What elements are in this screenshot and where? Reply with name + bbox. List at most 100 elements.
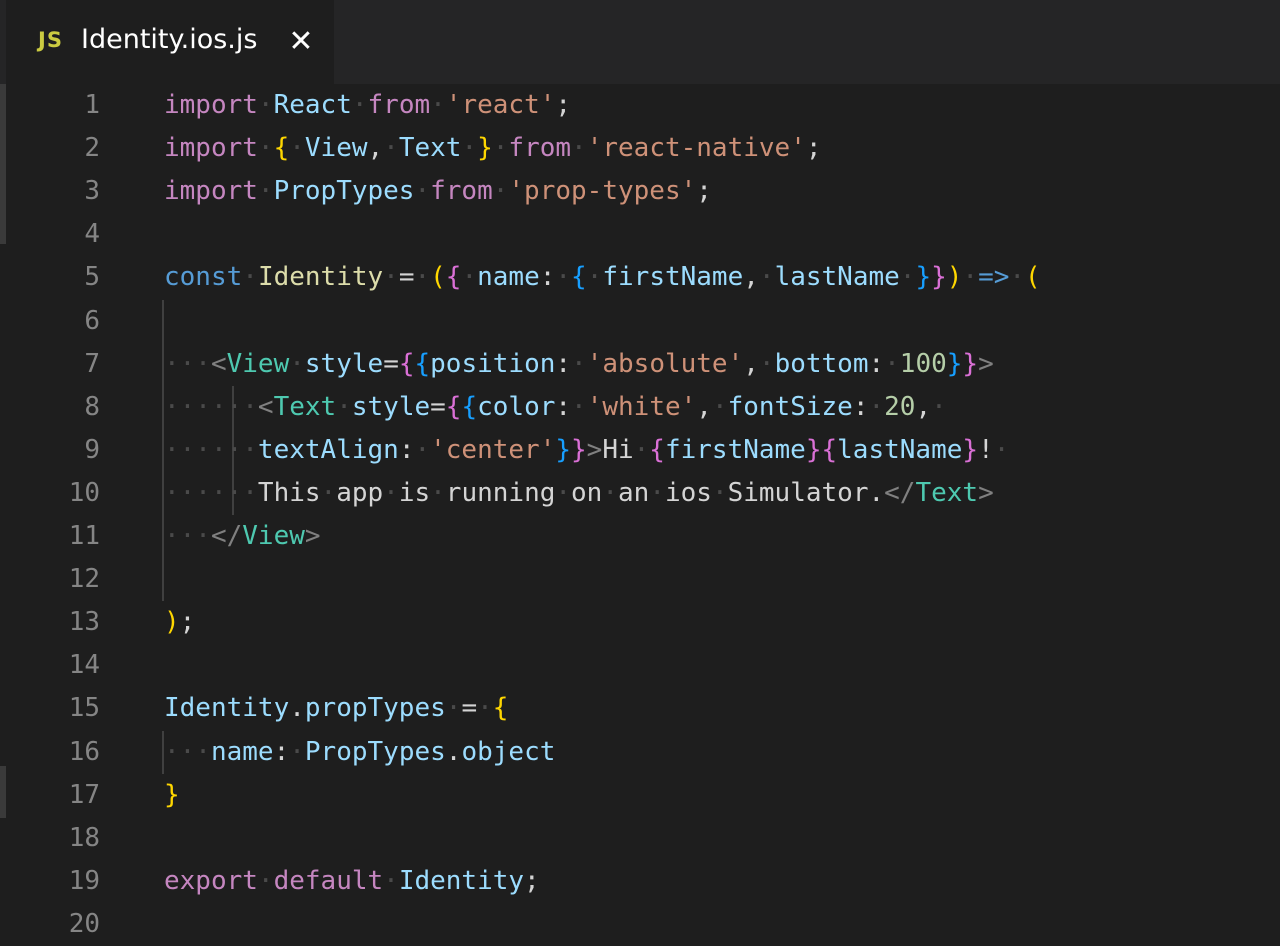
code-token: . [289, 693, 305, 724]
whitespace-marker: · [461, 133, 478, 164]
code-token: is [398, 477, 431, 508]
whitespace-marker: · [711, 477, 728, 508]
code-line[interactable]: 14 [0, 644, 1280, 687]
code-token: ( [430, 262, 446, 293]
whitespace-marker: ··· [164, 348, 211, 379]
whitespace-marker: · [257, 865, 274, 896]
whitespace-marker: · [289, 348, 305, 379]
code-token: position [430, 348, 556, 379]
line-number: 10 [68, 477, 100, 508]
code-line[interactable]: 2 import·{·View,·Text·}·from·'react-nativ… [0, 127, 1280, 170]
code-token: an [618, 477, 650, 508]
code-token: { [445, 391, 462, 422]
code-text: ···<View·style={{position:·'absolute',·b… [164, 343, 994, 386]
code-token: } [962, 434, 979, 465]
line-number: 18 [68, 822, 100, 853]
line-number: 1 [84, 90, 100, 120]
whitespace-marker: · [1009, 262, 1026, 293]
code-token: import [164, 133, 258, 164]
code-token: textAlign [257, 434, 399, 465]
whitespace-marker: ······ [164, 434, 258, 465]
code-token: Simulator. [727, 477, 885, 508]
code-token: 20 [884, 391, 916, 422]
code-token: > [586, 434, 603, 465]
code-line[interactable]: 9 ······textAlign:·'center'}}>Hi·{firstNa… [0, 429, 1280, 472]
whitespace-marker: ······ [164, 477, 258, 508]
code-token: Text [915, 477, 979, 508]
code-text: export·default·Identity; [164, 860, 540, 903]
whitespace-marker: ··· [164, 521, 211, 551]
code-line[interactable]: 4 [0, 213, 1280, 256]
code-token: , [743, 348, 759, 379]
code-line[interactable]: 15 Identity.propTypes·=·{ [0, 687, 1280, 730]
whitespace-marker: · [414, 434, 431, 465]
code-token: object [461, 736, 556, 767]
code-text: const·Identity·=·({·name:·{·firstName,·l… [164, 256, 1041, 299]
code-line[interactable]: 12 [0, 558, 1280, 601]
close-icon[interactable]: ✕ [286, 22, 316, 62]
code-token: , [743, 262, 759, 293]
code-token: : [539, 262, 556, 293]
code-token: } [571, 434, 587, 465]
whitespace-marker: · [414, 176, 431, 207]
code-token: 100 [899, 348, 947, 379]
whitespace-marker: · [414, 262, 431, 293]
code-editor[interactable]: 1 import·React·from·'react'; 2 import·{·Vie… [0, 84, 1280, 939]
code-token: Identity [164, 693, 290, 724]
whitespace-marker: · [962, 262, 979, 293]
code-line[interactable]: 10 ······This·app·is·running·on·an·ios·Si… [0, 472, 1280, 515]
code-token: propTypes [304, 693, 446, 724]
code-text: ······textAlign:·'center'}}>Hi·{firstNam… [164, 429, 1009, 472]
whitespace-marker: · [571, 391, 587, 422]
code-token: < [257, 391, 274, 422]
code-line[interactable]: 17} [0, 774, 1280, 817]
code-token: import [164, 176, 258, 207]
code-token: fontSize [727, 391, 853, 422]
code-token: View [242, 521, 305, 551]
code-token: ) [164, 607, 180, 638]
whitespace-marker: · [430, 477, 446, 508]
code-token: 'react-native' [586, 133, 806, 164]
code-line[interactable]: 11 ···</View> [0, 515, 1280, 558]
code-token: name [477, 262, 540, 293]
tab-title: Identity.ios.js [81, 24, 258, 55]
code-token: ; [179, 607, 196, 638]
code-line[interactable]: 13); [0, 601, 1280, 644]
code-token: name [210, 736, 274, 767]
line-number: 9 [84, 434, 100, 465]
code-line[interactable]: 8 ······<Text·style={{color:·'white',·fon… [0, 386, 1280, 429]
code-token: { [398, 348, 415, 379]
whitespace-marker: · [571, 348, 587, 379]
code-token: => [978, 262, 1010, 293]
editor-tab[interactable]: JS Identity.ios.js ✕ [6, 0, 334, 84]
code-token: ( [1025, 262, 1041, 293]
code-token: } [915, 262, 932, 293]
code-line[interactable]: 18 [0, 817, 1280, 860]
code-line[interactable]: 7 ···<View·style={{position:·'absolute',·… [0, 343, 1280, 386]
code-token: firstName [664, 434, 806, 465]
code-token: bottom [774, 348, 869, 379]
code-line[interactable]: 1 import·React·from·'react'; [0, 84, 1280, 127]
code-token: } [477, 133, 493, 164]
code-token: 'prop-types' [508, 176, 697, 207]
code-line[interactable]: 6 [0, 300, 1280, 343]
whitespace-marker: · [492, 133, 509, 164]
line-number: 7 [84, 348, 100, 379]
code-token: > [304, 521, 321, 551]
code-line[interactable]: 5 const·Identity·=·({·name:·{·firstName,·… [0, 256, 1280, 299]
code-token: , [367, 133, 384, 164]
code-token: { [821, 434, 838, 465]
code-token: ; [805, 133, 822, 164]
code-text: ···name:·PropTypes.object [164, 731, 555, 774]
line-number: 3 [84, 176, 100, 207]
line-number: 17 [68, 779, 100, 810]
code-line[interactable]: 19 export·default·Identity; [0, 860, 1280, 903]
code-line[interactable]: 20 [0, 903, 1280, 946]
code-line[interactable]: 3 import·PropTypes·from·'prop-types'; [0, 170, 1280, 213]
whitespace-marker: · [649, 477, 665, 508]
code-token: ios [664, 477, 712, 508]
whitespace-marker: · [257, 176, 274, 207]
code-token: from [508, 133, 572, 164]
whitespace-marker: · [383, 133, 399, 164]
code-line[interactable]: 16 ···name:·PropTypes.object [0, 731, 1280, 774]
